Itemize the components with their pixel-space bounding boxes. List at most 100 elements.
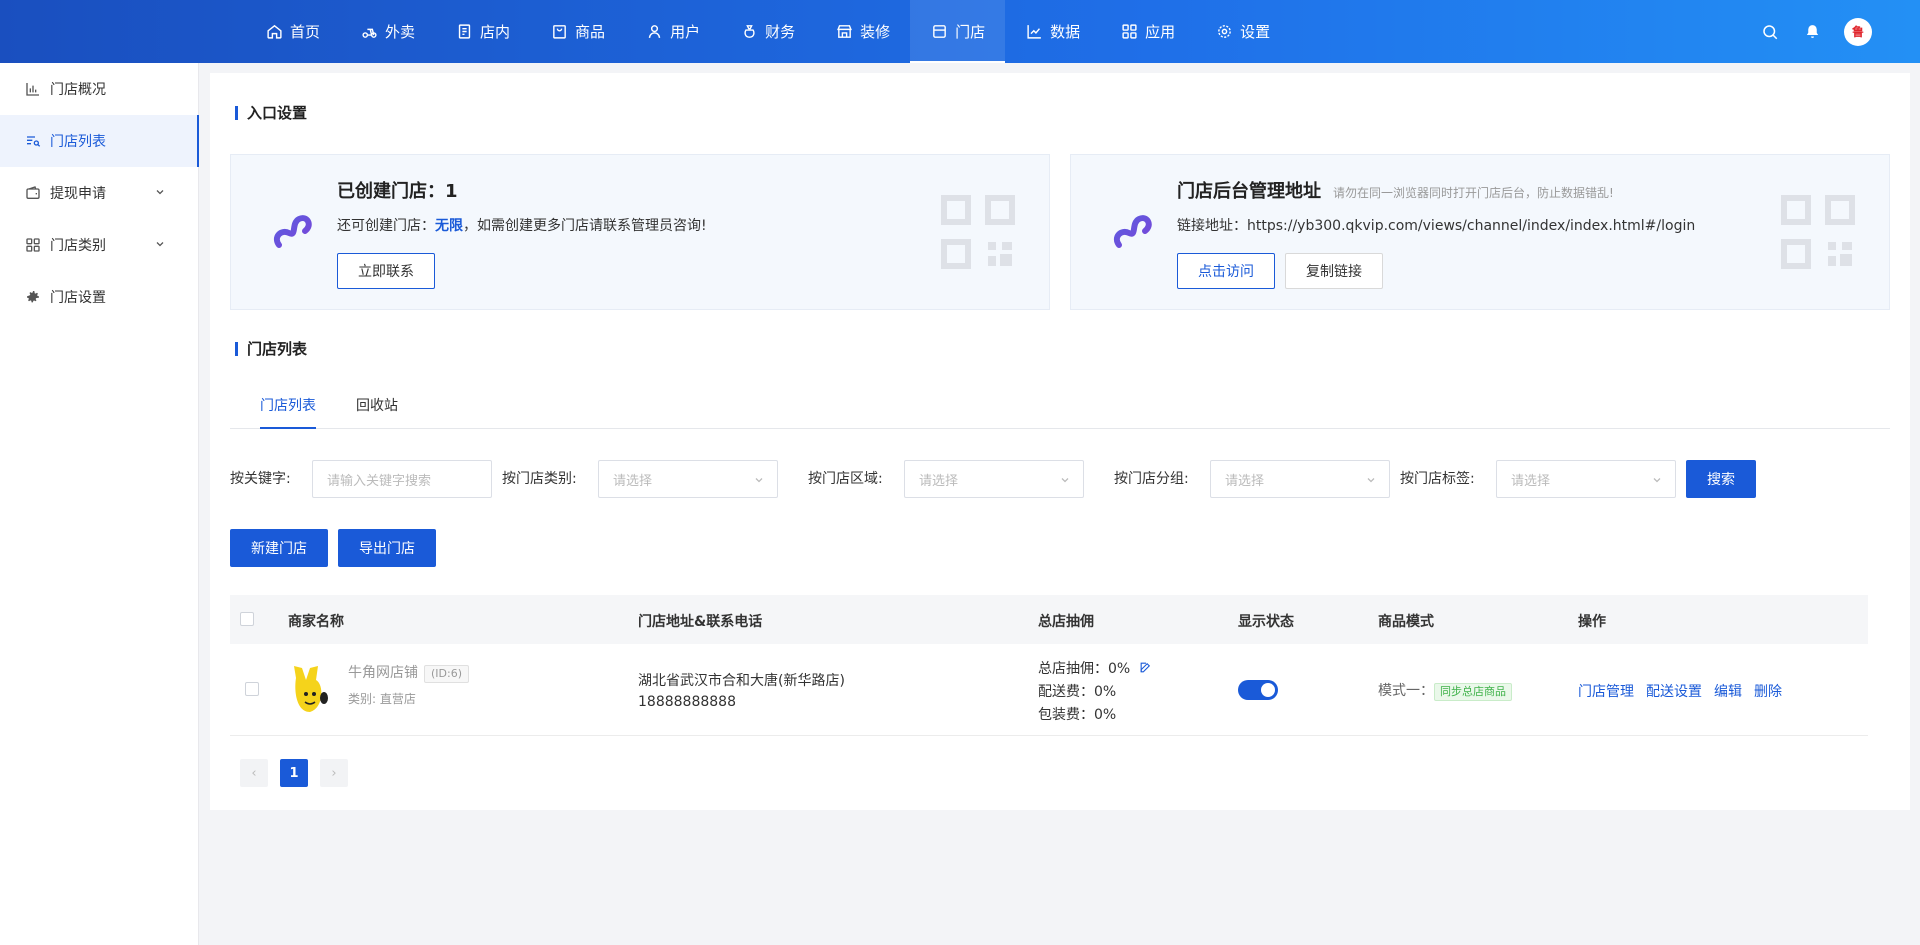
nav-settings[interactable]: 设置 (1195, 0, 1290, 63)
nav-decoration[interactable]: 装修 (815, 0, 910, 63)
goods-mode-cell: 模式一： 同步总店商品 (1378, 680, 1512, 701)
nav-label: 应用 (1145, 23, 1176, 41)
sidebar-item-settings[interactable]: 门店设置 (0, 271, 198, 323)
shop-front-icon (835, 23, 853, 41)
admin-address-card: 门店后台管理地址 请勿在同一浏览器同时打开门店后台，防止数据错乱! 链接地址：ht… (1070, 154, 1890, 310)
bell-icon[interactable] (1802, 22, 1822, 42)
wallet-icon (24, 184, 42, 202)
admin-hint-text: 请勿在同一浏览器同时打开门店后台，防止数据错乱! (1333, 186, 1614, 200)
brand-logo-icon (273, 215, 312, 248)
scooter-icon (360, 23, 378, 41)
region-select[interactable]: 请选择 (904, 460, 1084, 498)
chevron-down-icon[interactable] (154, 238, 166, 254)
store-address: 湖北省武汉市合和大唐(新华路店) (638, 673, 845, 689)
admin-link-line: 链接地址：https://yb300.qkvip.com/views/chann… (1177, 215, 1695, 235)
main-panel: 入口设置 已创建门店：1 还可创建门店：无限，如需创建更多门店请联系管理员咨询!… (210, 73, 1910, 810)
commission-value: 总店抽佣：0% (1038, 661, 1131, 677)
store-id-tag: (ID:6) (424, 665, 470, 683)
edit-icon[interactable] (1139, 661, 1152, 678)
store-name-cell: 牛角网店铺 (ID:6) (348, 662, 470, 683)
mode-tag: 同步总店商品 (1434, 683, 1512, 701)
store-manage-link[interactable]: 门店管理 (1578, 684, 1634, 700)
remaining-highlight: 无限 (435, 218, 463, 234)
chevron-down-icon (1651, 474, 1663, 490)
select-placeholder: 请选择 (1511, 473, 1551, 489)
chevron-down-icon[interactable] (154, 186, 166, 202)
category-select[interactable]: 请选择 (598, 460, 778, 498)
tab-store-list[interactable]: 门店列表 (260, 395, 316, 429)
link-prefix: 链接地址： (1177, 218, 1247, 234)
tab-recycle-bin[interactable]: 回收站 (356, 395, 398, 429)
select-all-checkbox[interactable] (240, 612, 254, 626)
line-chart-icon (1025, 23, 1043, 41)
search-icon[interactable] (1760, 22, 1780, 42)
nav-label: 数据 (1050, 23, 1081, 41)
row-checkbox[interactable] (245, 682, 259, 696)
home-icon (265, 23, 283, 41)
nav-label: 装修 (860, 23, 891, 41)
contact-now-button[interactable]: 立即联系 (337, 253, 435, 289)
sidebar-item-label: 提现申请 (50, 186, 106, 202)
keyword-placeholder: 请输入关键字搜索 (327, 473, 432, 489)
category-filter-label: 按门店类别: (502, 471, 577, 487)
nav-data[interactable]: 数据 (1005, 0, 1100, 63)
gear-icon (1215, 23, 1233, 41)
sidebar: 门店概况 门店列表 提现申请 门店类别 门店设置 (0, 63, 199, 945)
sidebar-item-category[interactable]: 门店类别 (0, 219, 198, 271)
created-count-title: 已创建门店：1 (337, 181, 458, 202)
tag-select[interactable]: 请选择 (1496, 460, 1676, 498)
nav-store[interactable]: 门店 (910, 0, 1006, 63)
nav-finance[interactable]: 财务 (720, 0, 815, 63)
select-placeholder: 请选择 (613, 473, 653, 489)
nav-home[interactable]: 首页 (245, 0, 340, 63)
store-category: 类别: 直营店 (348, 692, 416, 706)
group-filter-label: 按门店分组: (1114, 471, 1189, 487)
nav-goods[interactable]: 商品 (530, 0, 625, 63)
keyword-search-input[interactable]: 请输入关键字搜索 (312, 460, 492, 498)
packing-fee: 包装费：0% (1038, 707, 1117, 723)
chevron-down-icon (1059, 474, 1071, 490)
next-page-button[interactable]: › (320, 759, 348, 787)
bar-chart-icon (24, 80, 42, 98)
new-store-button[interactable]: 新建门店 (230, 529, 328, 567)
copy-link-button[interactable]: 复制链接 (1285, 253, 1383, 289)
sidebar-item-store-list[interactable]: 门店列表 (0, 115, 199, 167)
edit-link[interactable]: 编辑 (1714, 684, 1742, 700)
money-bag-icon (740, 23, 758, 41)
region-filter-label: 按门店区域: (808, 471, 883, 487)
col-merchant-name: 商家名称 (288, 614, 344, 630)
list-search-icon (24, 132, 42, 150)
avatar[interactable]: 鲁 (1844, 17, 1872, 46)
scan-icon (455, 23, 473, 41)
visit-button[interactable]: 点击访问 (1177, 253, 1275, 289)
table-row: 牛角网店铺 (ID:6) 类别: 直营店 湖北省武汉市合和大唐(新华路店) 188… (230, 644, 1868, 736)
remaining-suffix: ，如需创建更多门店请联系管理员咨询! (463, 218, 707, 234)
delete-link[interactable]: 删除 (1754, 684, 1782, 700)
store-list-title: 门店列表 (235, 340, 307, 358)
nav-apps[interactable]: 应用 (1100, 0, 1195, 63)
select-placeholder: 请选择 (919, 473, 959, 489)
prev-page-button[interactable]: ‹ (240, 759, 268, 787)
admin-title-text: 门店后台管理地址 (1177, 181, 1321, 202)
delivery-fee: 配送费：0% (1038, 684, 1117, 700)
export-store-button[interactable]: 导出门店 (338, 529, 436, 567)
keyword-label: 按关键字: (230, 471, 291, 487)
display-status-toggle[interactable] (1238, 680, 1278, 700)
sidebar-item-withdraw[interactable]: 提现申请 (0, 167, 198, 219)
commission-line: 总店抽佣：0% (1038, 658, 1152, 678)
qr-code-icon (1781, 195, 1855, 269)
avatar-text: 鲁 (1851, 25, 1864, 39)
search-button[interactable]: 搜索 (1686, 460, 1756, 498)
page-1-button[interactable]: 1 (280, 759, 308, 787)
bag-icon (550, 23, 568, 41)
nav-users[interactable]: 用户 (625, 0, 720, 63)
sidebar-item-overview[interactable]: 门店概况 (0, 63, 198, 115)
table-header: 商家名称 门店地址&联系电话 总店抽佣 显示状态 商品模式 操作 (230, 595, 1868, 644)
delivery-settings-link[interactable]: 配送设置 (1646, 684, 1702, 700)
chevron-down-icon (753, 474, 765, 490)
nav-instore[interactable]: 店内 (435, 0, 530, 63)
group-select[interactable]: 请选择 (1210, 460, 1390, 498)
nav-takeout[interactable]: 外卖 (340, 0, 435, 63)
nav-label: 外卖 (385, 23, 416, 41)
main-nav: 首页 外卖 店内 商品 用户 财务 装修 门店 数据 应用 设置 (245, 0, 1290, 63)
